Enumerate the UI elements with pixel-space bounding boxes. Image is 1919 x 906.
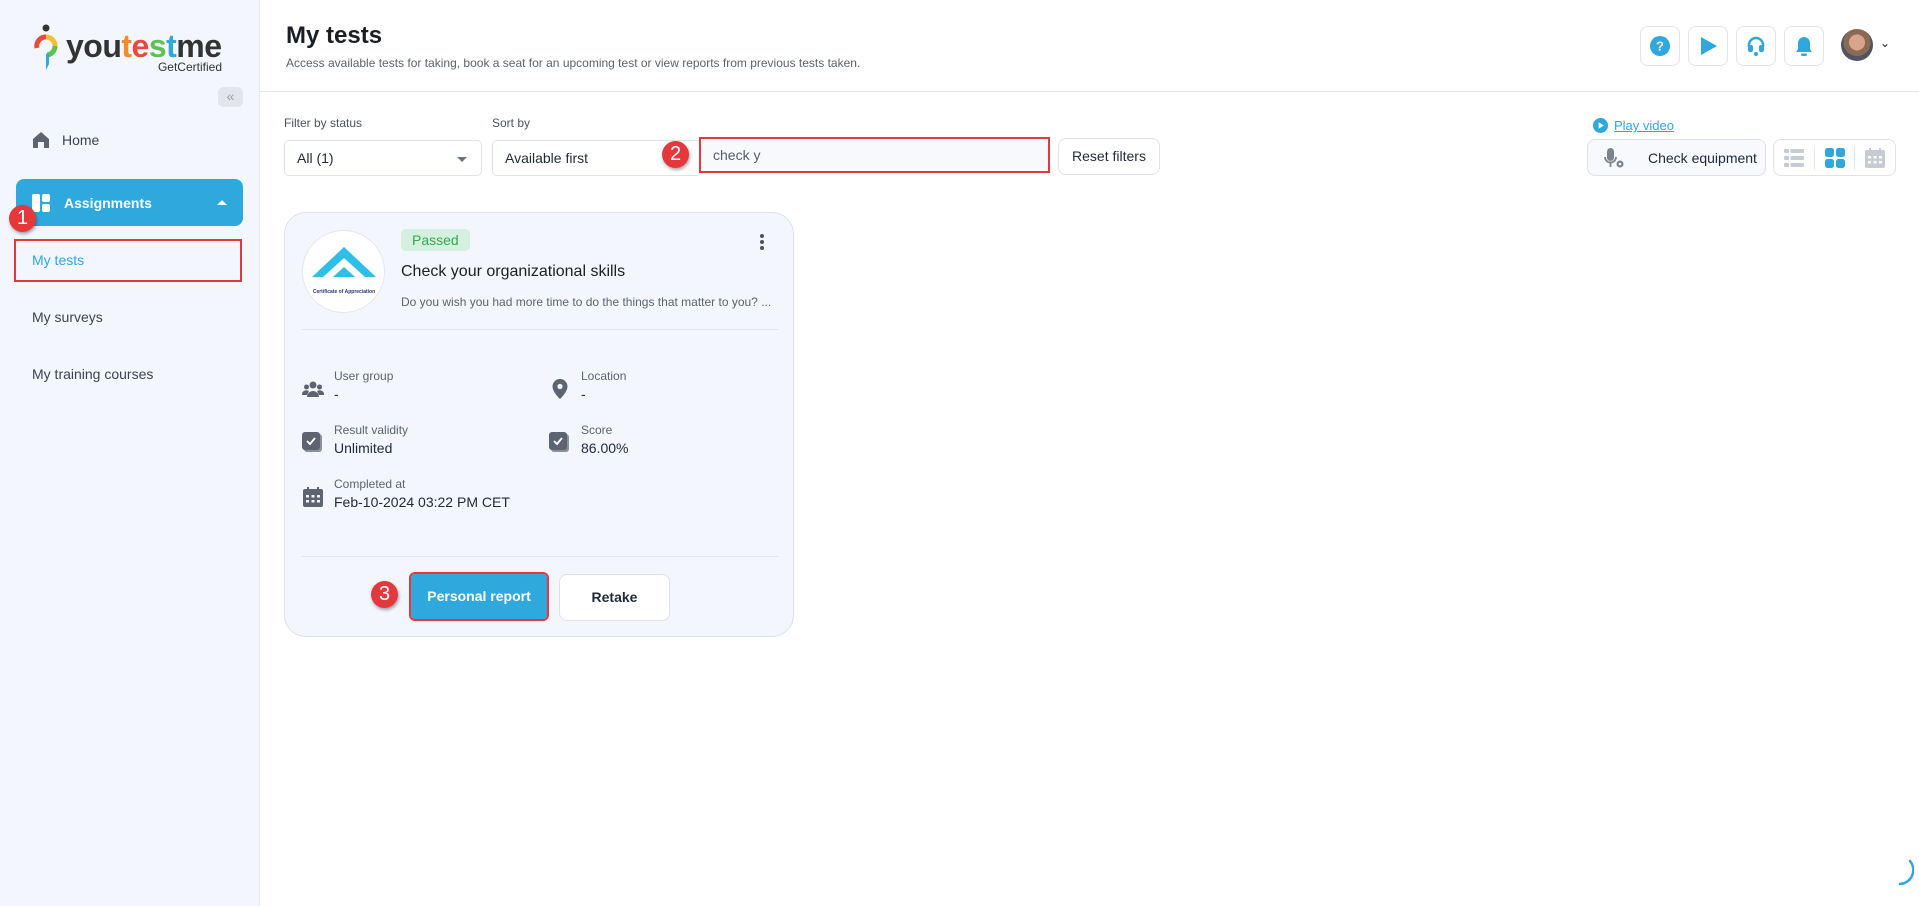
filter-status-select[interactable]: All (1): [284, 140, 482, 176]
retake-button[interactable]: Retake: [559, 574, 670, 621]
filter-status-value: All (1): [297, 150, 334, 166]
check-equipment-label: Check equipment: [1648, 149, 1757, 166]
sidebar: youtestme GetCertified « Home Assignment…: [0, 0, 260, 906]
users-icon: [302, 381, 324, 397]
page-subtitle: Access available tests for taking, book …: [286, 56, 861, 70]
sidebar-item-my-surveys[interactable]: My surveys: [32, 309, 103, 325]
play-icon: [1701, 37, 1717, 55]
meta-value: Feb-10-2024 03:22 PM CET: [334, 494, 510, 510]
kebab-dot-icon: [760, 240, 764, 244]
test-card: Certificate of Appreciation Passed Check…: [284, 212, 794, 637]
more-options-button[interactable]: [755, 231, 769, 253]
check-equipment-button[interactable]: Check equipment: [1587, 139, 1766, 176]
page-header: My tests Access available tests for taki…: [260, 0, 1919, 92]
filter-status-label: Filter by status: [284, 116, 363, 130]
meta-value: Unlimited: [334, 440, 393, 456]
help-button[interactable]: ?: [1640, 26, 1680, 66]
double-chevron-left-icon: «: [226, 88, 235, 104]
check-square-icon: [302, 432, 322, 452]
sort-by-value: Available first: [505, 150, 589, 166]
chevron-up-icon: [217, 200, 227, 205]
personal-report-button[interactable]: Personal report: [409, 572, 549, 621]
test-title: Check your organizational skills: [401, 263, 626, 280]
meta-result-validity: Result validity Unlimited: [302, 422, 408, 458]
svg-text:Certificate of Appreciation: Certificate of Appreciation: [313, 289, 375, 295]
logo-mark-icon: [34, 24, 58, 70]
status-badge: Passed: [401, 229, 470, 251]
test-description: Do you wish you had more time to do the …: [401, 295, 772, 309]
meta-value: -: [334, 386, 339, 402]
reset-filters-button[interactable]: Reset filters: [1058, 138, 1160, 175]
page-title: My tests: [286, 22, 383, 49]
step-marker-2: 2: [662, 141, 689, 168]
headset-icon: [1747, 36, 1765, 56]
highlight-box-step-1: [14, 239, 242, 282]
meta-label: Result validity: [334, 423, 409, 437]
meta-completed-at: Completed at Feb-10-2024 03:22 PM CET: [302, 476, 510, 512]
sidebar-item-assignments[interactable]: Assignments: [16, 179, 243, 226]
meta-label: Score: [581, 423, 613, 437]
home-icon: [33, 132, 49, 148]
card-divider: [302, 329, 778, 330]
meta-label: Location: [581, 369, 627, 383]
logo[interactable]: youtestme GetCertified: [34, 24, 224, 76]
kebab-dot-icon: [760, 246, 764, 250]
play-tutorial-button[interactable]: [1688, 26, 1728, 66]
grid-view-button[interactable]: [1815, 140, 1855, 175]
meta-location: Location -: [549, 368, 626, 404]
help-icon: ?: [1650, 36, 1670, 56]
list-view-icon: [1783, 148, 1804, 167]
notifications-button[interactable]: [1784, 26, 1824, 66]
user-avatar[interactable]: [1841, 29, 1873, 61]
grid-view-icon: [1824, 147, 1845, 168]
list-view-button[interactable]: [1774, 140, 1814, 175]
collapse-sidebar-button[interactable]: «: [218, 87, 243, 107]
sidebar-item-label: Home: [62, 132, 100, 148]
step-marker-3: 3: [371, 581, 398, 608]
meta-label: Completed at: [334, 477, 406, 491]
play-circle-icon: [1593, 118, 1608, 133]
sidebar-item-my-training-courses[interactable]: My training courses: [32, 366, 153, 382]
calendar-view-icon: [1865, 147, 1886, 168]
meta-label: User group: [334, 369, 394, 383]
sidebar-item-home[interactable]: Home: [32, 128, 99, 152]
loading-spinner-icon: [1898, 859, 1914, 886]
calendar-view-button[interactable]: [1855, 140, 1895, 175]
certificate-thumbnail: Certificate of Appreciation: [302, 230, 385, 313]
meta-user-group: User group -: [302, 368, 393, 404]
certificate-logo-icon: Certificate of Appreciation: [312, 247, 376, 295]
logo-wordmark: youtestme: [66, 28, 222, 64]
sort-by-label: Sort by: [492, 116, 531, 130]
svg-text:?: ?: [1656, 39, 1664, 54]
play-video-link[interactable]: Play video: [1593, 118, 1674, 133]
logo-subtitle: GetCertified: [157, 60, 222, 74]
calendar-icon: [303, 487, 323, 507]
meta-value: -: [581, 386, 586, 402]
step-marker-1: 1: [9, 205, 36, 232]
bell-icon: [1796, 37, 1812, 56]
play-video-label: Play video: [1614, 118, 1674, 133]
microphone-settings-icon: [1604, 147, 1624, 167]
view-mode-toggle: [1773, 139, 1896, 176]
dropdown-arrow-icon: [457, 157, 467, 162]
kebab-dot-icon: [760, 234, 764, 238]
dashboard-icon: [32, 193, 50, 212]
card-divider: [302, 556, 778, 557]
location-pin-icon: [552, 379, 568, 399]
support-button[interactable]: [1736, 26, 1776, 66]
chevron-down-icon[interactable]: ⌄: [1880, 36, 1890, 50]
meta-score: Score 86.00%: [549, 422, 628, 458]
check-square-icon: [549, 432, 569, 452]
meta-value: 86.00%: [581, 440, 629, 456]
sidebar-item-label: Assignments: [64, 194, 152, 211]
search-input[interactable]: [699, 137, 1050, 173]
